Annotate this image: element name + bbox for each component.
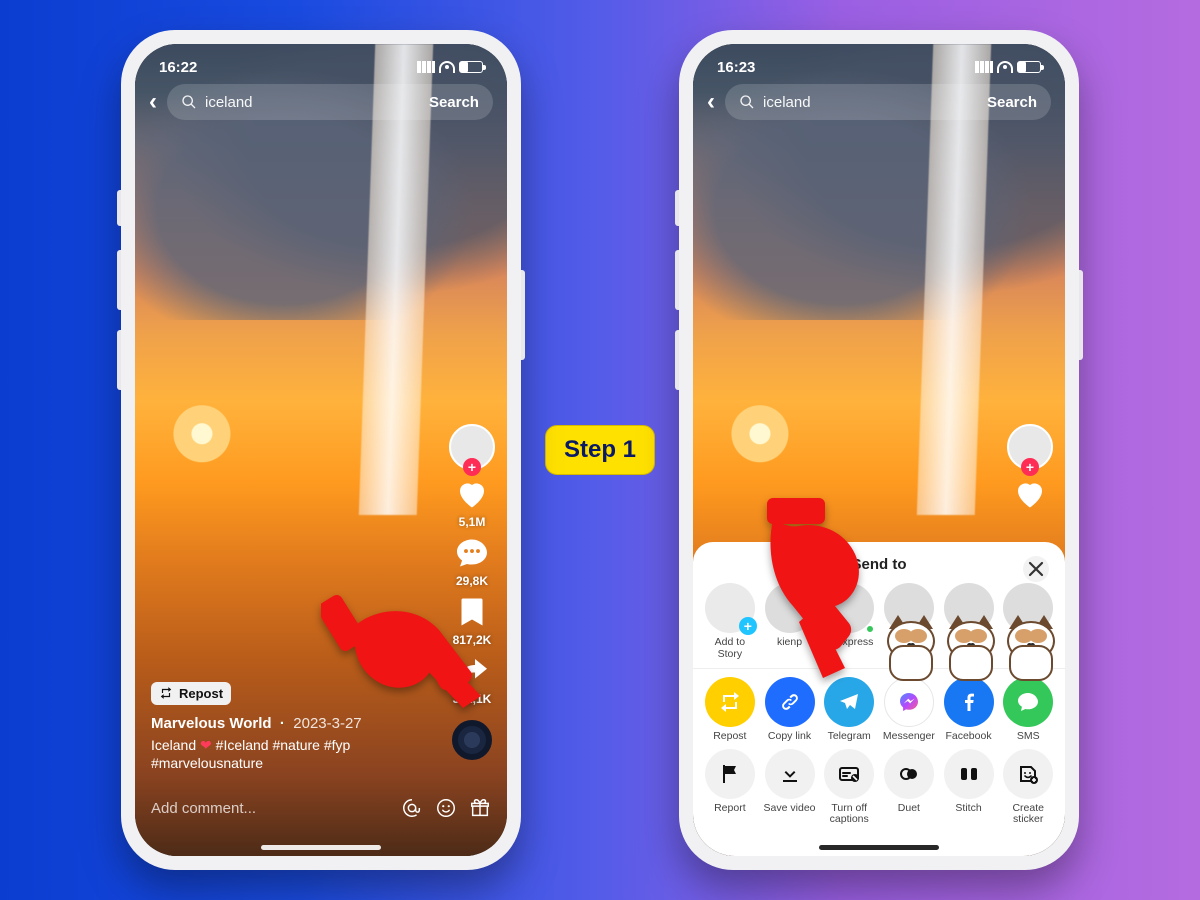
share-actions-row: Report Save video Turn off captions Duet… [701, 749, 1057, 826]
search-query: iceland [763, 94, 811, 111]
author-avatar[interactable] [1007, 424, 1053, 470]
share-sms[interactable]: SMS [999, 677, 1057, 743]
close-icon [1024, 557, 1048, 581]
tiktok-share-screen: 16:23 ‹ iceland Search [693, 44, 1065, 856]
duet-icon [897, 762, 921, 786]
sms-icon [1016, 690, 1040, 714]
tiktok-video-screen: 16:22 ‹ iceland Search 5,1M [135, 44, 507, 856]
battery-icon [1017, 61, 1041, 73]
comment-placeholder: Add comment... [151, 800, 389, 817]
battery-icon [459, 61, 483, 73]
share-messenger[interactable]: Messenger [880, 677, 938, 743]
comment-bar[interactable]: Add comment... [151, 788, 491, 828]
flag-icon [718, 762, 742, 786]
like-button[interactable] [1012, 476, 1048, 517]
mention-icon[interactable] [401, 797, 423, 819]
heart-icon [1012, 476, 1048, 512]
comment-icon [454, 535, 490, 571]
share-repost[interactable]: Repost [701, 677, 759, 743]
repost-chip[interactable]: Repost [151, 682, 231, 705]
share-copylink[interactable]: Copy link [761, 677, 819, 743]
repost-label: Repost [713, 731, 746, 743]
caption-text: Iceland [151, 737, 200, 753]
author-avatar[interactable] [449, 424, 495, 470]
like-button[interactable]: 5,1M [454, 476, 490, 529]
action-captions[interactable]: Turn off captions [820, 749, 878, 826]
search-field[interactable]: iceland Search [167, 84, 493, 120]
heart-emoji: ❤ [200, 737, 212, 753]
download-icon [778, 762, 802, 786]
cat-sticker-icon [941, 619, 1001, 683]
wifi-icon [997, 61, 1013, 73]
report-label: Report [714, 803, 746, 815]
add-story-icon [705, 583, 755, 633]
close-button[interactable] [1023, 556, 1049, 582]
facebook-icon [957, 690, 981, 714]
cat-sticker-icon [1001, 619, 1061, 683]
action-rail [1007, 424, 1053, 517]
cat-stickers-overlay [881, 619, 1061, 683]
phone-mockup-left: 16:22 ‹ iceland Search 5,1M [121, 30, 521, 870]
telegram-label: Telegram [828, 731, 871, 743]
cellular-icon [417, 61, 435, 73]
heart-icon [454, 476, 490, 512]
telegram-icon [837, 690, 861, 714]
status-time: 16:23 [717, 59, 755, 76]
save-video-label: Save video [764, 803, 816, 815]
search-field[interactable]: iceland Search [725, 84, 1051, 120]
action-create-sticker[interactable]: Create sticker [999, 749, 1057, 826]
like-count: 5,1M [454, 515, 490, 529]
share-telegram[interactable]: Telegram [820, 677, 878, 743]
cat-sticker-icon [881, 619, 941, 683]
search-icon [739, 94, 755, 110]
search-query: iceland [205, 94, 253, 111]
stitch-label: Stitch [955, 803, 981, 815]
gift-icon[interactable] [469, 797, 491, 819]
status-bar: 16:23 [693, 54, 1065, 80]
captions-label: Turn off captions [820, 803, 878, 826]
repost-icon [718, 690, 742, 714]
comment-button[interactable]: 29,8K [454, 535, 490, 588]
sticker-icon [1016, 762, 1040, 786]
red-pointer-hand [749, 496, 889, 686]
link-icon [778, 690, 802, 714]
home-indicator [261, 845, 381, 850]
messenger-label: Messenger [883, 731, 935, 743]
phone-mockup-right: 16:23 ‹ iceland Search [679, 30, 1079, 870]
emoji-icon[interactable] [435, 797, 457, 819]
author-username: Marvelous World [151, 715, 272, 732]
share-facebook[interactable]: Facebook [940, 677, 998, 743]
duet-label: Duet [898, 803, 920, 815]
action-stitch[interactable]: Stitch [940, 749, 998, 826]
search-button[interactable]: Search [429, 94, 479, 111]
captions-off-icon [837, 762, 861, 786]
wifi-icon [439, 61, 455, 73]
search-button[interactable]: Search [987, 94, 1037, 111]
caption[interactable]: Iceland ❤ #Iceland #nature #fyp #marvelo… [151, 736, 427, 772]
facebook-label: Facebook [945, 731, 991, 743]
action-duet[interactable]: Duet [880, 749, 938, 826]
red-pointer-hand [321, 584, 491, 734]
step-badge: Step 1 [545, 425, 655, 475]
repost-icon [159, 686, 173, 700]
action-report[interactable]: Report [701, 749, 759, 826]
home-indicator [819, 845, 939, 850]
status-time: 16:22 [159, 59, 197, 76]
status-bar: 16:22 [135, 54, 507, 80]
back-button[interactable]: ‹ [707, 88, 715, 116]
sticker-label: Create sticker [999, 803, 1057, 826]
back-button[interactable]: ‹ [149, 88, 157, 116]
sms-label: SMS [1017, 731, 1040, 743]
stitch-icon [957, 762, 981, 786]
action-save-video[interactable]: Save video [761, 749, 819, 826]
cellular-icon [975, 61, 993, 73]
repost-label: Repost [179, 686, 223, 701]
messenger-icon [897, 690, 921, 714]
copy-link-label: Copy link [768, 731, 811, 743]
search-icon [181, 94, 197, 110]
share-apps-row: Repost Copy link Telegram Messenger Face… [701, 677, 1057, 743]
